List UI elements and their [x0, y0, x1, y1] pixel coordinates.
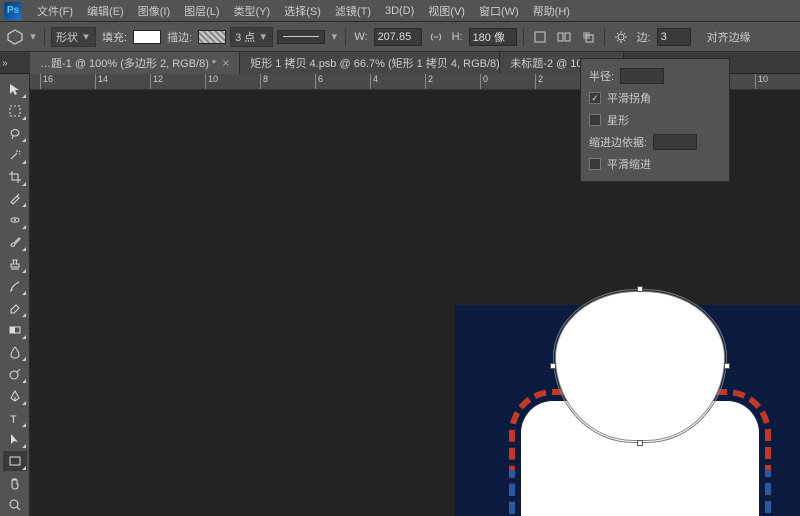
document-tab-1[interactable]: …题-1 @ 100% (多边形 2, RGB/8) * ×: [30, 52, 240, 74]
width-label: W:: [352, 31, 369, 43]
menu-view[interactable]: 视图(V): [421, 0, 472, 22]
blur-tool-icon[interactable]: [3, 342, 27, 362]
menu-edit[interactable]: 编辑(E): [80, 0, 131, 22]
path-op-icon[interactable]: [530, 27, 550, 47]
menu-type[interactable]: 类型(Y): [227, 0, 278, 22]
path-select-tool-icon[interactable]: [3, 430, 27, 450]
anchor-bottom[interactable]: [637, 440, 643, 446]
ruler-tick: 14: [95, 74, 108, 90]
fill-label: 填充:: [100, 29, 129, 45]
menu-select[interactable]: 选择(S): [277, 0, 328, 22]
menu-3d[interactable]: 3D(D): [378, 2, 421, 20]
align-edges-label: 对齐边缘: [707, 29, 751, 45]
tab-label: 矩形 1 拷贝 4.psb @ 66.7% (矩形 1 拷贝 4, RGB/8)…: [250, 55, 500, 71]
anchor-top[interactable]: [637, 286, 643, 292]
ruler-tick: 2: [425, 74, 433, 90]
fill-swatch[interactable]: [133, 30, 161, 44]
arrange-icon[interactable]: [578, 27, 598, 47]
stamp-tool-icon[interactable]: [3, 254, 27, 274]
brush-tool-icon[interactable]: [3, 232, 27, 252]
star-label: 星形: [607, 112, 629, 128]
height-input[interactable]: [469, 28, 517, 46]
menu-window[interactable]: 窗口(W): [472, 0, 526, 22]
lasso-tool-icon[interactable]: [3, 123, 27, 143]
tools-panel: T: [0, 74, 30, 516]
anchor-left[interactable]: [550, 363, 556, 369]
menu-help[interactable]: 帮助(H): [526, 0, 577, 22]
separator: [523, 28, 524, 46]
svg-text:T: T: [10, 414, 17, 425]
marquee-tool-icon[interactable]: [3, 101, 27, 121]
zoom-tool-icon[interactable]: [3, 495, 27, 515]
eraser-tool-icon[interactable]: [3, 298, 27, 318]
gradient-tool-icon[interactable]: [3, 320, 27, 340]
smooth-indent-label: 平滑缩进: [607, 156, 651, 172]
stroke-width-value: 3 点: [235, 29, 255, 45]
menu-filter[interactable]: 滤镜(T): [328, 0, 378, 22]
close-tab-icon[interactable]: ×: [222, 56, 229, 70]
stroke-swatch[interactable]: [198, 30, 226, 44]
menu-layer[interactable]: 图层(L): [177, 0, 226, 22]
history-brush-tool-icon[interactable]: [3, 276, 27, 296]
ruler-tick: 16: [40, 74, 53, 90]
polygon-tool-icon[interactable]: [6, 28, 24, 46]
radius-input[interactable]: [620, 68, 664, 84]
ruler-tick: 4: [370, 74, 378, 90]
tab-label: …题-1 @ 100% (多边形 2, RGB/8) *: [40, 55, 216, 71]
heal-tool-icon[interactable]: [3, 210, 27, 230]
crop-tool-icon[interactable]: [3, 167, 27, 187]
bounding-box[interactable]: [553, 289, 727, 443]
indent-label: 缩进边依据:: [589, 134, 647, 150]
ruler-tick: 10: [755, 74, 768, 90]
stroke-label: 描边:: [165, 29, 194, 45]
align-icon[interactable]: [554, 27, 574, 47]
eyedropper-tool-icon[interactable]: [3, 189, 27, 209]
stroke-style-dropdown[interactable]: [277, 30, 325, 44]
ruler-tick: 2: [535, 74, 543, 90]
ruler-tick: 0: [480, 74, 488, 90]
ruler-tick: 12: [150, 74, 163, 90]
shape-mode-dropdown[interactable]: 形状▾: [51, 27, 96, 47]
separator: [345, 28, 346, 46]
shape-mode-label: 形状: [56, 29, 78, 45]
dodge-tool-icon[interactable]: [3, 364, 27, 384]
pen-tool-icon[interactable]: [3, 386, 27, 406]
ruler-tick: 8: [260, 74, 268, 90]
type-tool-icon[interactable]: T: [3, 408, 27, 428]
menu-image[interactable]: 图像(I): [131, 0, 177, 22]
height-label: H:: [450, 31, 465, 43]
wand-tool-icon[interactable]: [3, 145, 27, 165]
expand-tabs-icon[interactable]: »: [0, 56, 10, 71]
indent-input[interactable]: [653, 134, 697, 150]
separator: [604, 28, 605, 46]
polygon-options-popup: 半径: ✓ 平滑拐角 星形 缩进边依据: 平滑缩进: [580, 58, 730, 182]
shape-tool-icon[interactable]: [3, 451, 27, 471]
ruler-tick: 10: [205, 74, 218, 90]
gear-icon[interactable]: [611, 27, 631, 47]
document-tab-2[interactable]: 矩形 1 拷贝 4.psb @ 66.7% (矩形 1 拷贝 4, RGB/8)…: [240, 52, 500, 74]
edges-input[interactable]: [657, 28, 691, 46]
tool-preset-dropdown[interactable]: ▾: [28, 30, 38, 43]
move-tool-icon[interactable]: [3, 79, 27, 99]
star-checkbox[interactable]: [589, 114, 601, 126]
hand-tool-icon[interactable]: [3, 473, 27, 493]
anchor-right[interactable]: [724, 363, 730, 369]
app-logo: Ps: [4, 2, 22, 20]
smooth-corners-label: 平滑拐角: [607, 90, 651, 106]
radius-label: 半径:: [589, 68, 614, 84]
link-icon[interactable]: [426, 27, 446, 47]
smooth-corners-checkbox[interactable]: ✓: [589, 92, 601, 104]
menu-file[interactable]: 文件(F): [30, 0, 80, 22]
separator: [44, 28, 45, 46]
artboard: [455, 305, 800, 516]
edges-label: 边:: [635, 29, 653, 45]
ruler-tick: 6: [315, 74, 323, 90]
width-input[interactable]: [374, 28, 422, 46]
stroke-style-chevron[interactable]: ▾: [329, 30, 339, 43]
smooth-indent-checkbox[interactable]: [589, 158, 601, 170]
stroke-width-input[interactable]: 3 点▾: [230, 27, 273, 47]
